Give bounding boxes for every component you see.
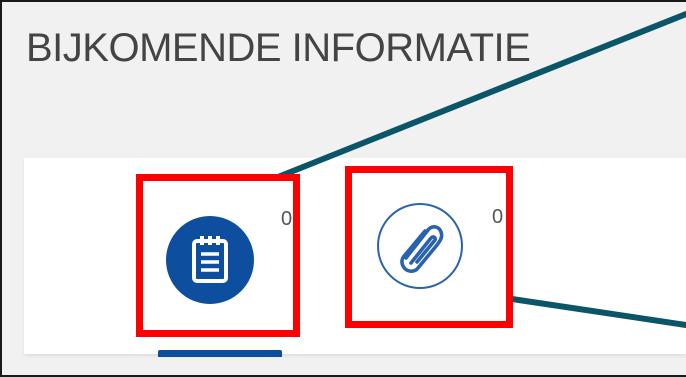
active-tab-indicator <box>158 350 282 357</box>
notes-circle-button[interactable] <box>166 216 254 304</box>
notepad-icon <box>192 236 228 283</box>
attachments-circle-button[interactable] <box>377 203 463 289</box>
notes-count: 0 <box>281 208 293 230</box>
tab-notes[interactable]: 0 <box>138 176 292 326</box>
paperclip-icon <box>400 225 444 273</box>
section-title: BIJKOMENDE INFORMATIE <box>26 26 531 70</box>
attachments-count: 0 <box>492 206 504 228</box>
tab-attachments[interactable]: 0 <box>349 168 503 318</box>
